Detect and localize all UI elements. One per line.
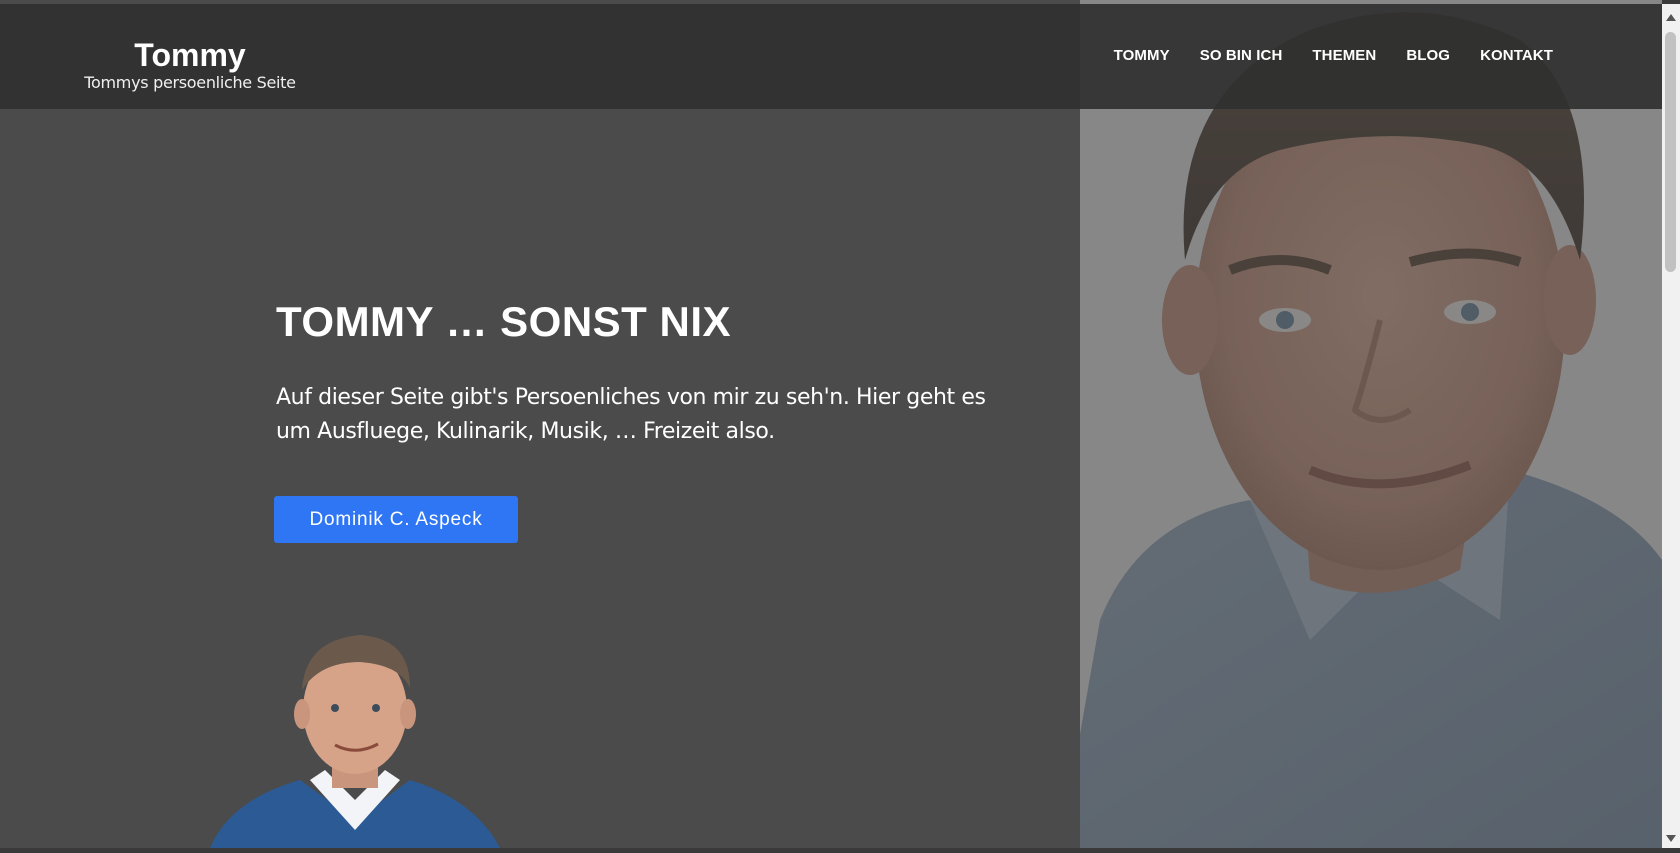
site-header: Tommy Tommys persoenliche Seite TOMMY SO… — [0, 4, 1662, 109]
site-brand-link[interactable]: Tommy Tommys persoenliche Seite — [80, 38, 300, 94]
nav-item-blog[interactable]: BLOG — [1406, 47, 1450, 64]
site-tagline: Tommys persoenliche Seite — [84, 73, 296, 92]
hero-intro-text: Auf dieser Seite gibt's Persoenliches vo… — [276, 385, 986, 444]
hero-portrait-image — [1080, 0, 1662, 848]
page-scrollbar[interactable] — [1662, 4, 1680, 848]
main-nav: TOMMY SO BIN ICH THEMEN BLOG KONTAKT — [1084, 47, 1553, 64]
chevron-down-icon[interactable] — [1666, 835, 1676, 842]
nav-item-themen[interactable]: THEMEN — [1312, 47, 1376, 64]
hero-cta-button[interactable]: Dominik C. Aspeck — [274, 496, 518, 543]
chevron-up-icon[interactable] — [1666, 14, 1676, 21]
scrollbar-thumb[interactable] — [1665, 32, 1676, 272]
site-title: Tommy — [134, 37, 246, 73]
page-viewport: Tommy Tommys persoenliche Seite TOMMY SO… — [0, 0, 1662, 848]
nav-item-so-bin-ich[interactable]: SO BIN ICH — [1200, 47, 1283, 64]
hero-title: TOMMY … SONST NIX — [276, 298, 731, 345]
nav-item-kontakt[interactable]: KONTAKT — [1480, 47, 1553, 64]
small-portrait-image — [210, 630, 500, 848]
window-frame-bottom — [0, 848, 1680, 853]
nav-item-tommy[interactable]: TOMMY — [1114, 47, 1170, 64]
